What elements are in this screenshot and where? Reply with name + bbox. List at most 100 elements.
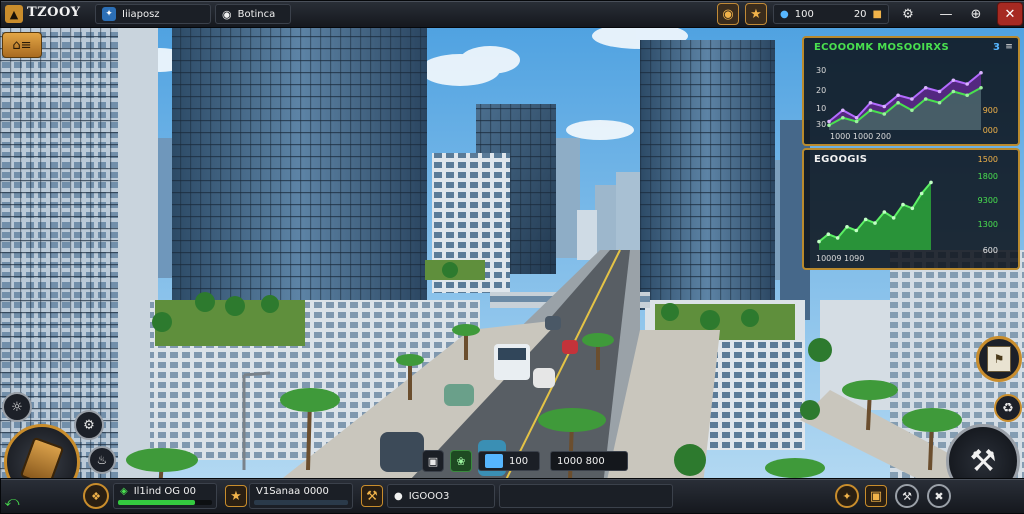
medal-button[interactable]: ★ [225,485,247,507]
car-button[interactable]: ▣ [422,450,444,472]
series-1-point-11 [979,85,983,90]
series-0-point-7 [882,210,887,214]
series-1-point-0 [827,123,831,128]
egoogis-panel-title: EGOOGIS [814,154,868,165]
series-0-point-4 [882,104,887,109]
hammer-icon: ⚒ [969,443,997,479]
settlement-button[interactable]: ◉ [717,3,739,25]
economy-panel-menu-icon[interactable]: ≡ [1002,40,1016,54]
globe-icon: ◉ [222,7,232,21]
series-0-point-6 [910,97,914,101]
series-0-point-5 [896,93,900,98]
series-0-point-3 [845,225,849,229]
tab-globe-label: Botinca [237,8,276,20]
timer-value: 20 [853,8,867,20]
pin-icon[interactable]: ⊕ [965,3,987,25]
brand-logo-icon: ▲ [5,5,23,23]
economy-panel-title: ECOOOMK MOSOOIRXS [814,42,949,53]
tool-button[interactable]: ⚙ [74,410,104,440]
series-0-point-11 [919,191,924,196]
value-5: 600 [982,246,998,255]
series-0-point-11 [979,70,983,75]
series-0-point-0 [817,239,821,244]
minimize-icon[interactable]: — [935,3,957,25]
status-slot-1[interactable]: ◈ Il1ind OG 00 [113,483,217,509]
y-label-4: 30 [816,120,827,129]
home-icon: ⌂ [12,37,21,53]
quest-button[interactable]: ★ [745,3,767,25]
series-0-point-0 [827,119,831,124]
egoogis-chart [817,180,933,250]
value-1: 1500 [977,155,998,164]
status-slot-2-label: V1Sanaa 0000 [256,486,329,497]
egoogis-bottom-label: 10009 1090 [816,254,865,263]
series-0-point-2 [854,115,859,120]
series-1-point-1 [841,115,845,120]
tab-share[interactable]: ✦ Iiiaposz [95,4,211,24]
series-0-point-4 [854,228,859,233]
tab-share-label: Iiiaposz [122,8,160,20]
status-slot-1-progress-fill [118,500,196,505]
status-slot-1-label: Il1ind OG 00 [133,486,196,497]
tools-button[interactable]: ⚒ [895,484,919,508]
status-shield-icon: ◈ [120,486,128,497]
map-slot-2[interactable]: 1000 800 [550,451,628,471]
status-slot-3[interactable]: ● IGOOO3 [387,484,495,508]
pickaxe-button[interactable]: ⚒ [361,485,383,507]
y-label-3: 10 [816,104,827,113]
value-2: 1800 [977,172,998,181]
resource-display: ● 100 20 ■ [773,4,889,24]
series-1-area [829,87,981,130]
series-0-area [819,182,931,250]
map-button[interactable]: ⚑ [976,336,1022,382]
series-0-point-1 [826,232,831,236]
series-0-point-8 [891,216,896,220]
y-label-2: 20 [816,86,827,95]
series-0-point-7 [923,85,928,90]
series-1-point-4 [882,112,887,116]
series-0-point-10 [965,82,969,86]
status-camera-icon: ● [394,490,403,502]
status-slot-1-progress [118,500,212,505]
economy-chart [827,70,983,130]
fire-button[interactable]: ♨ [88,446,116,474]
series-0-point-2 [835,236,840,240]
value-3: 9300 [977,196,998,205]
helmet-icon: ☼ [11,399,23,415]
back-arrow-icon[interactable]: ⤺ [3,493,21,511]
tab-globe[interactable]: ◉ Botinca [215,4,291,24]
map-slot-1[interactable]: 100 [478,451,540,471]
event-icon: ■ [872,8,882,20]
series-1-point-3 [868,108,873,113]
status-slot-2-bar [254,500,348,505]
status-slot-3-label: IGOOO3 [408,490,450,502]
torch-button[interactable]: ✦ [835,484,859,508]
helmet-button[interactable]: ☼ [2,392,32,422]
right-value-1: 900 [982,106,998,115]
status-slot-2[interactable]: V1Sanaa 0000 [249,483,353,509]
series-0-point-9 [951,78,956,83]
badge-button[interactable]: ❖ [83,483,109,509]
x-axis-label: 1000 1000 200 [830,132,892,141]
economy-panel: ECOOOMK MOSOOIRXS 3 ≡ 30 20 10 30 900 00… [802,36,1020,146]
water-icon [485,454,503,468]
eco-button[interactable]: ❀ [450,450,472,472]
bottom-bar: ⤺ ❖ ◈ Il1ind OG 00 ★ V1Sanaa 0000 ⚒ ● IG… [0,478,1024,514]
cross-tools-button[interactable]: ✖ [927,484,951,508]
recycle-button[interactable]: ♻ [994,394,1022,422]
series-1-point-8 [937,100,942,105]
menu-button[interactable]: ⌂ ≡ [2,32,42,58]
series-0-point-3 [868,100,873,105]
share-icon: ✦ [102,7,116,21]
game-title: TZOOY [27,5,81,20]
fire-icon: ♨ [96,453,108,467]
box-button[interactable]: ▣ [865,485,887,507]
map-slot-1-label: 100 [509,455,529,467]
series-1-point-2 [854,119,859,124]
close-icon[interactable]: ✕ [997,2,1023,26]
series-0-point-9 [901,202,905,207]
series-0-point-8 [937,89,942,94]
status-slot-empty[interactable] [499,484,673,508]
wrench-icon: ⚙ [83,417,95,433]
gear-icon[interactable]: ⚙ [897,3,919,25]
